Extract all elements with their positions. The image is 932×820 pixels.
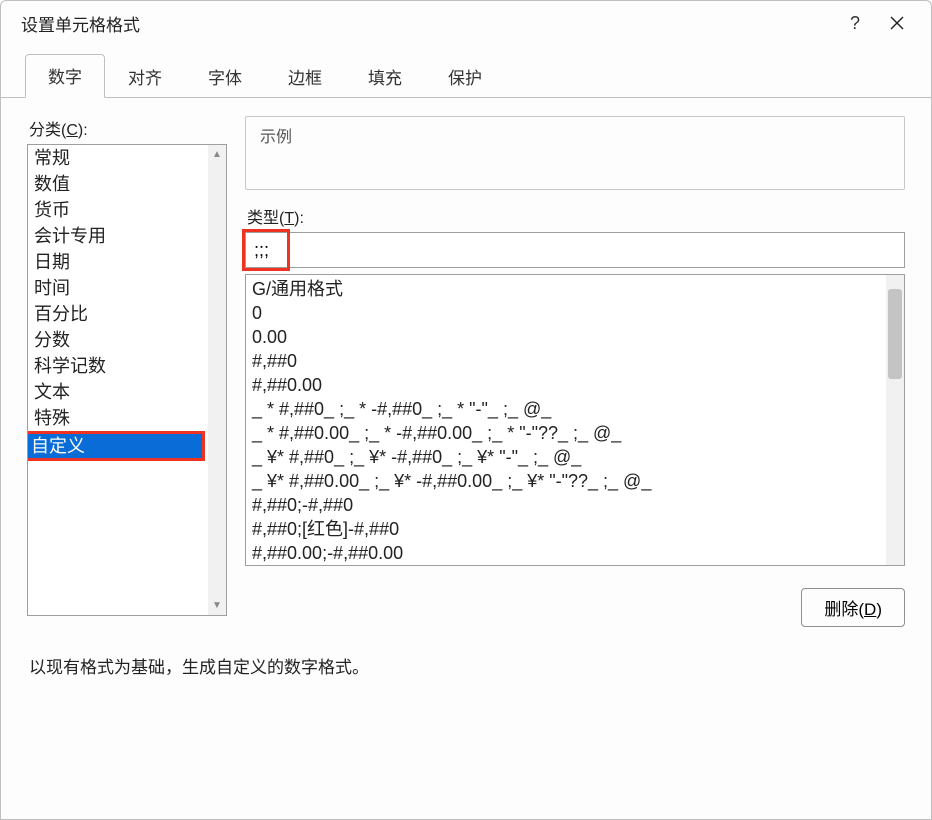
category-item-special[interactable]: 特殊 [28,405,208,431]
tab-content: 分类(C): 常规 数值 货币 会计专用 日期 时间 百分比 分数 科学记数 文… [1,98,931,819]
category-item-number[interactable]: 数值 [28,171,208,197]
format-item[interactable]: #,##0;-#,##0 [252,493,886,517]
category-item-accounting[interactable]: 会计专用 [28,223,208,249]
format-item[interactable]: #,##0.00 [252,373,886,397]
category-item-percentage[interactable]: 百分比 [28,301,208,327]
category-label: 分类(C): [29,116,227,140]
format-item[interactable]: 0.00 [252,325,886,349]
dialog-title: 设置单元格格式 [21,11,833,36]
format-item[interactable]: #,##0;[红色]-#,##0 [252,517,886,541]
close-button[interactable] [877,7,917,39]
format-item[interactable]: 0 [252,301,886,325]
type-label-prefix: 类型( [247,210,284,227]
format-item[interactable]: G/通用格式 [252,277,886,301]
category-item-general[interactable]: 常规 [28,145,208,171]
category-column: 分类(C): 常规 数值 货币 会计专用 日期 时间 百分比 分数 科学记数 文… [27,116,227,627]
category-scrollbar[interactable]: ▲ ▼ [208,145,226,615]
format-item[interactable]: _ * #,##0_ ;_ * -#,##0_ ;_ * "-"_ ;_ @_ [252,397,886,421]
tab-number[interactable]: 数字 [25,54,105,98]
example-label: 示例 [260,123,894,147]
close-icon [890,16,904,30]
category-item-fraction[interactable]: 分数 [28,327,208,353]
format-item[interactable]: _ ¥* #,##0.00_ ;_ ¥* -#,##0.00_ ;_ ¥* "-… [252,469,886,493]
tab-border[interactable]: 边框 [265,55,345,98]
delete-label-prefix: 删除( [824,600,864,619]
format-listbox[interactable]: G/通用格式 0 0.00 #,##0 #,##0.00 _ * #,##0_ … [245,274,905,566]
category-item-text[interactable]: 文本 [28,379,208,405]
delete-button[interactable]: 删除(D) [801,588,905,627]
type-label: 类型(T): [247,204,905,228]
details-column: 示例 类型(T): G/通用格式 0 0.00 #,##0 [245,116,905,627]
format-item[interactable]: #,##0.00;-#,##0.00 [252,541,886,565]
tabstrip: 数字 对齐 字体 边框 填充 保护 [1,57,931,98]
tab-protection[interactable]: 保护 [425,55,505,98]
format-scrollbar[interactable] [886,275,904,565]
tab-fill[interactable]: 填充 [345,55,425,98]
tab-font[interactable]: 字体 [185,55,265,98]
delete-label-accesskey: D [864,600,876,619]
category-label-suffix: ): [78,122,88,139]
titlebar: 设置单元格格式 ? [1,1,931,45]
category-listbox[interactable]: 常规 数值 货币 会计专用 日期 时间 百分比 分数 科学记数 文本 特殊 自定… [27,144,227,616]
scroll-up-icon: ▲ [212,149,222,160]
scroll-down-icon: ▼ [212,600,222,611]
category-item-time[interactable]: 时间 [28,275,208,301]
category-item-scientific[interactable]: 科学记数 [28,353,208,379]
format-item[interactable]: _ ¥* #,##0_ ;_ ¥* -#,##0_ ;_ ¥* "-"_ ;_ … [252,445,886,469]
category-label-accesskey: C [66,122,78,139]
tab-alignment[interactable]: 对齐 [105,55,185,98]
scrollbar-thumb[interactable] [888,289,902,379]
category-item-date[interactable]: 日期 [28,249,208,275]
format-cells-dialog: 设置单元格格式 ? 数字 对齐 字体 边框 填充 保护 分类(C): 常规 [0,0,932,820]
type-label-suffix: ): [294,210,304,227]
category-label-prefix: 分类( [29,122,66,139]
category-list: 常规 数值 货币 会计专用 日期 时间 百分比 分数 科学记数 文本 特殊 自定… [28,145,208,615]
format-list: G/通用格式 0 0.00 #,##0 #,##0.00 _ * #,##0_ … [246,275,886,565]
category-item-currency[interactable]: 货币 [28,197,208,223]
type-label-accesskey: T [284,210,294,227]
help-button[interactable]: ? [835,7,875,39]
category-item-custom[interactable]: 自定义 [28,431,205,461]
type-input[interactable] [245,232,905,268]
format-item[interactable]: _ * #,##0.00_ ;_ * -#,##0.00_ ;_ * "-"??… [252,421,886,445]
delete-label-suffix: ) [876,600,882,619]
format-item[interactable]: #,##0 [252,349,886,373]
example-box: 示例 [245,116,905,190]
hint-text: 以现有格式为基础，生成自定义的数字格式。 [27,653,905,678]
